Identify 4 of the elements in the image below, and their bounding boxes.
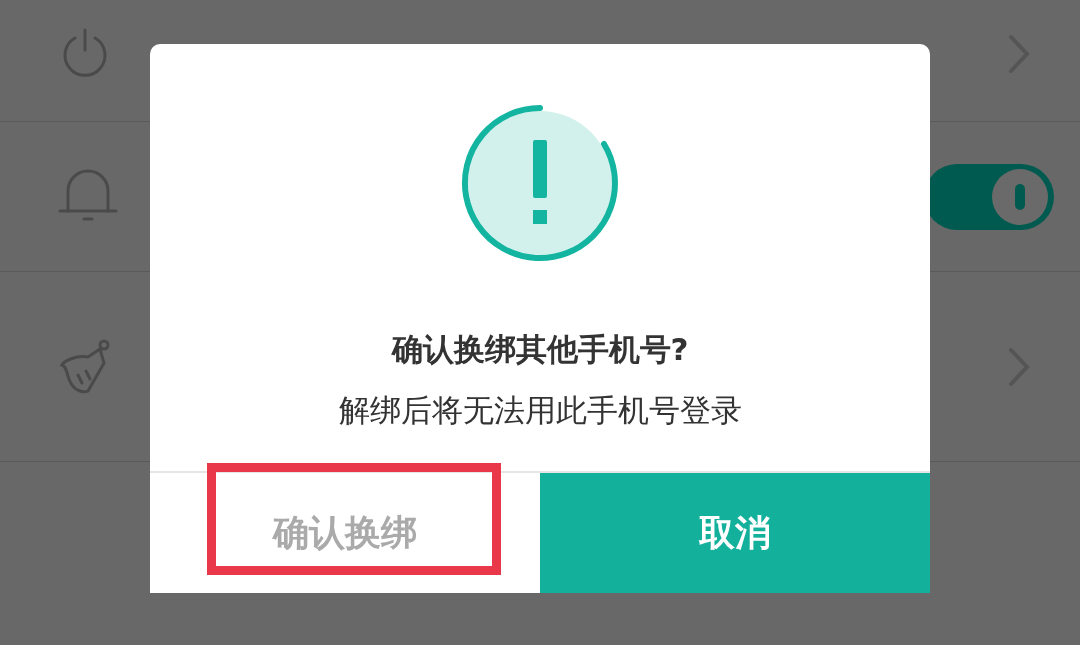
dialog-message: 解绑后将无法用此手机号登录	[338, 390, 742, 430]
cancel-button[interactable]: 取消	[540, 473, 930, 593]
dialog-title: 确认换绑其他手机号?	[391, 330, 689, 369]
warning-icon	[459, 102, 621, 264]
